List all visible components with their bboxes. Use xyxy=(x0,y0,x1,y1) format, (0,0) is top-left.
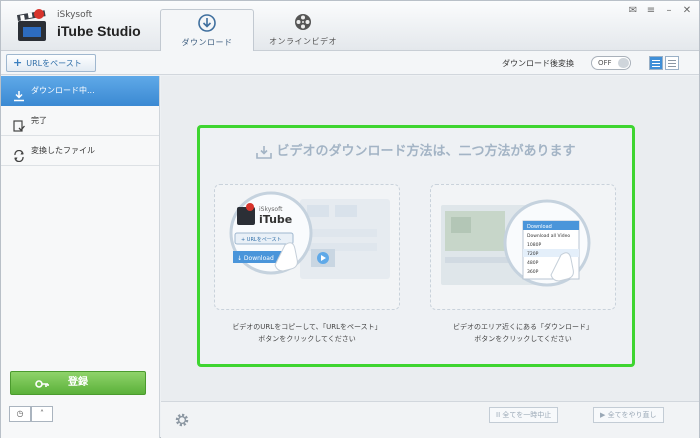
guide-illustration-button: Download Download all Video 1080P 720P 4… xyxy=(430,184,616,310)
film-reel-icon xyxy=(294,13,312,31)
converted-icon xyxy=(13,145,25,162)
caption-button-line1: ビデオのエリア近くにある「ダウンロード」 xyxy=(453,323,593,331)
play-icon: ▶ xyxy=(600,411,606,419)
app-logo-icon xyxy=(15,7,49,43)
illus-menu-item: Download xyxy=(527,224,552,230)
sidebar-footer: ◷ ˄ xyxy=(9,406,53,422)
toolbar: + URLをペースト ダウンロード後変換 OFF xyxy=(1,51,699,75)
caption-button-line2: ボタンをクリックしてください xyxy=(474,335,572,343)
illus-menu-item: 1080P xyxy=(527,242,541,248)
sidebar: ダウンロード中... 完了 変換したファイル 登録 ◷ ˄ xyxy=(1,76,160,438)
tab-online-video[interactable]: オンラインビデオ xyxy=(259,9,347,51)
guide-headline: ビデオのダウンロード方法は、二つ方法があります xyxy=(200,140,632,159)
compact-view-icon xyxy=(668,60,676,61)
pause-icon: II xyxy=(496,411,501,419)
sidebar-item-label: 変換したファイル xyxy=(31,146,95,155)
sidebar-item-label: ダウンロード中... xyxy=(31,86,95,95)
sidebar-item-converted[interactable]: 変換したファイル xyxy=(1,136,159,166)
sidebar-item-label: 完了 xyxy=(31,116,47,125)
plus-icon: + xyxy=(13,56,23,69)
convert-toggle[interactable]: OFF xyxy=(591,56,631,70)
clock-icon: ◷ xyxy=(16,409,24,418)
brand-title: iTube Studio xyxy=(57,23,141,39)
sidebar-item-completed[interactable]: 完了 xyxy=(1,106,159,136)
gear-icon[interactable] xyxy=(173,411,191,429)
guide-headline-text: ビデオのダウンロード方法は、二つ方法があります xyxy=(276,144,576,159)
resume-all-label: 全てをやり直し xyxy=(607,411,657,419)
download-icon xyxy=(13,85,25,101)
toggle-state: OFF xyxy=(598,59,612,67)
expand-button[interactable]: ˄ xyxy=(31,406,53,422)
illus-paste-button: + URLをペースト xyxy=(241,236,281,243)
window-controls: ✉ ≡ – ✕ xyxy=(627,5,693,17)
illus-download: ↓ Download xyxy=(237,255,274,262)
pause-all-label: 全てを一時中止 xyxy=(502,411,552,419)
key-icon xyxy=(35,377,49,399)
illus-brand-small: iSkysoft xyxy=(259,206,283,213)
guide-illustration-paste: iSkysoft iTube + URLをペースト ↓ Download xyxy=(214,184,400,310)
download-guide-panel: ビデオのダウンロード方法は、二つ方法があります iSkysoft iTube +… xyxy=(197,125,635,367)
illus-brand-big: iTube xyxy=(259,213,292,226)
pause-all-button[interactable]: II 全てを一時中止 xyxy=(489,407,559,423)
illus-menu-item: 480P xyxy=(527,260,539,266)
paste-url-label: URLをペースト xyxy=(26,59,82,68)
chevron-up-icon: ˄ xyxy=(40,409,44,418)
illus-menu-item: 360P xyxy=(527,269,539,275)
feedback-icon[interactable]: ✉ xyxy=(627,5,639,17)
completed-icon xyxy=(13,115,25,132)
caption-paste: ビデオのURLをコピーして、「URLをペースト」 ボタンをクリックしてください xyxy=(207,321,407,345)
resume-all-button[interactable]: ▶ 全てをやり直し xyxy=(593,407,664,423)
caption-paste-line2: ボタンをクリックしてください xyxy=(258,335,356,343)
toggle-knob xyxy=(618,58,629,68)
caption-paste-line1: ビデオのURLをコピーして、「URLをペースト」 xyxy=(232,323,382,331)
tab-download[interactable]: ダウンロード xyxy=(160,9,254,52)
list-view-button[interactable] xyxy=(649,56,663,70)
app-window: iSkysoft iTube Studio ダウンロード オンラインビデオ ✉ … xyxy=(0,0,700,438)
list-view-icon xyxy=(652,60,660,61)
minimize-icon[interactable]: – xyxy=(663,5,675,17)
bottom-bar: II 全てを一時中止 ▶ 全てをやり直し xyxy=(161,401,699,438)
close-icon[interactable]: ✕ xyxy=(681,5,693,17)
illus-menu-item: 720P xyxy=(527,251,539,257)
caption-button: ビデオのエリア近くにある「ダウンロード」 ボタンをクリックしてください xyxy=(423,321,623,345)
paste-url-button[interactable]: + URLをペースト xyxy=(6,54,96,72)
tray-download-icon xyxy=(256,145,273,159)
compact-view-button[interactable] xyxy=(665,56,679,70)
menu-icon[interactable]: ≡ xyxy=(645,5,657,17)
schedule-button[interactable]: ◷ xyxy=(9,406,31,422)
convert-after-download-label: ダウンロード後変換 xyxy=(502,59,574,68)
sidebar-item-downloading[interactable]: ダウンロード中... xyxy=(1,76,159,106)
register-label: 登録 xyxy=(68,377,88,388)
register-button[interactable]: 登録 xyxy=(10,371,146,395)
tab-online-label: オンラインビデオ xyxy=(269,37,337,46)
tab-download-label: ダウンロード xyxy=(181,38,233,47)
brand-vendor: iSkysoft xyxy=(57,10,93,20)
header: iSkysoft iTube Studio ダウンロード オンラインビデオ ✉ … xyxy=(1,1,699,52)
illus-menu-item: Download all Video xyxy=(527,233,570,239)
download-circle-icon xyxy=(198,14,216,32)
